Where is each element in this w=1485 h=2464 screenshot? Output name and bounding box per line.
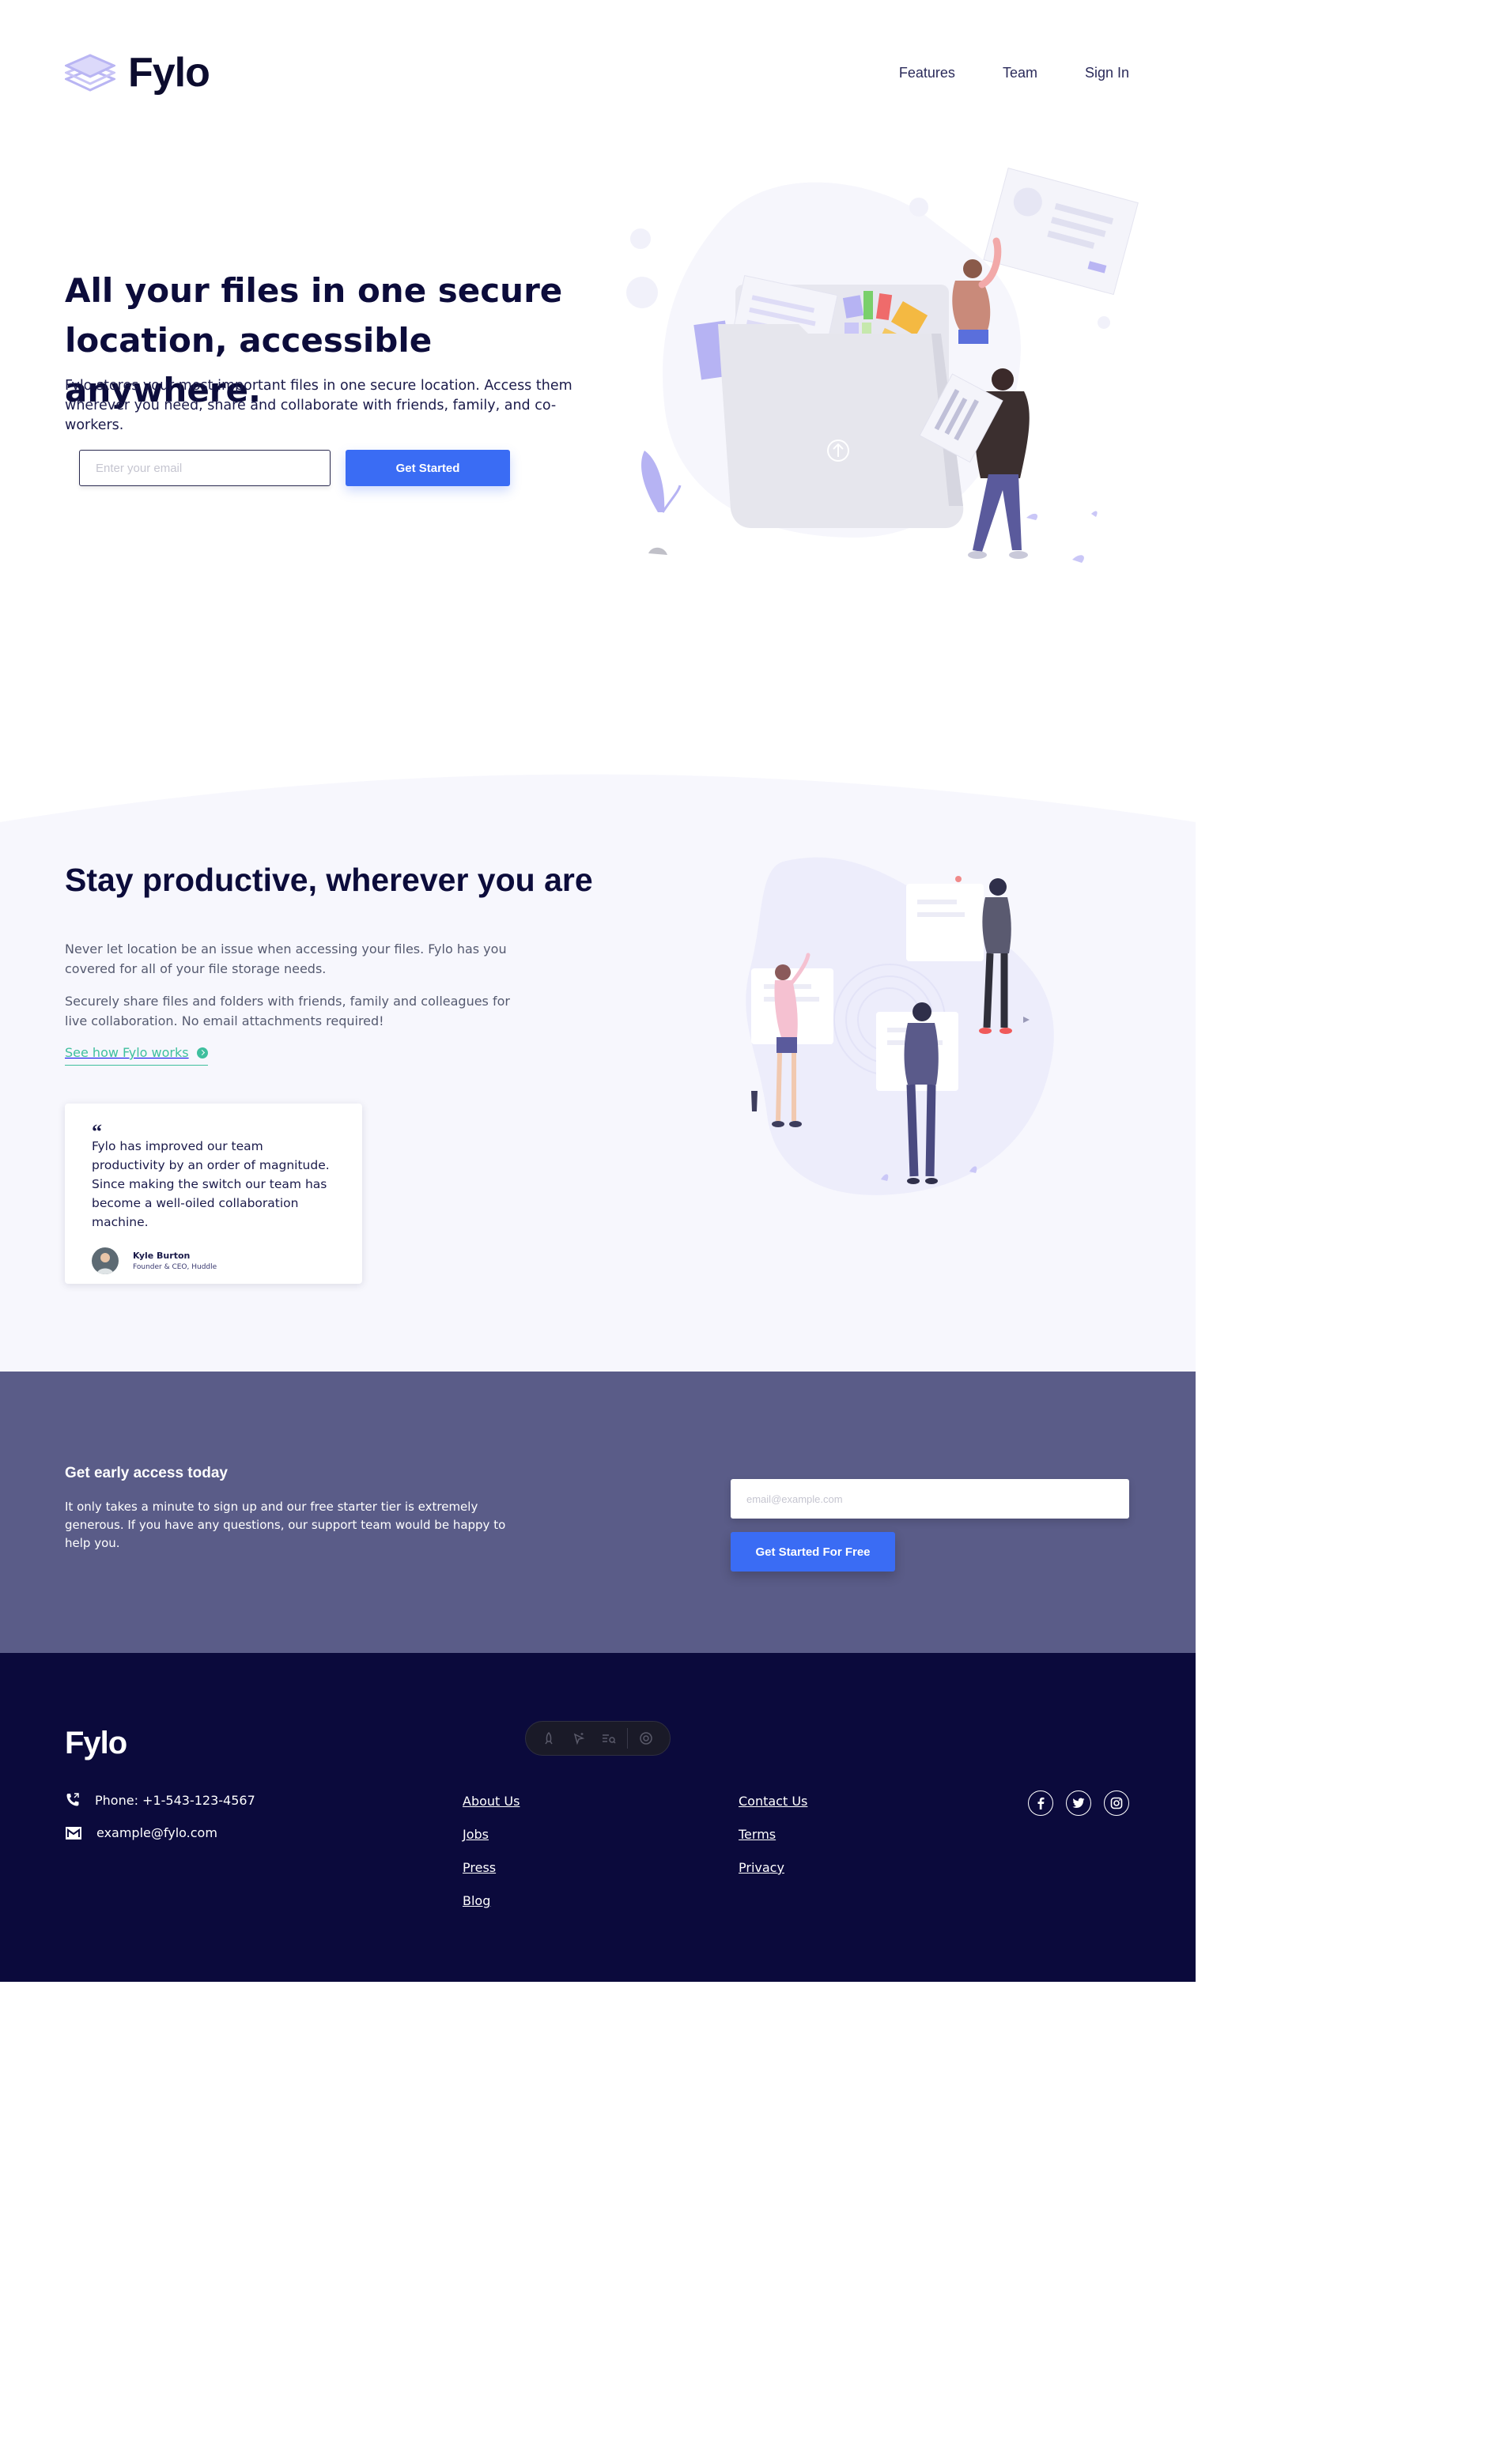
author-name: Kyle Burton <box>133 1251 191 1261</box>
productive-title: Stay productive, wherever you are <box>65 862 593 898</box>
productive-paragraph-1: Never let location be an issue when acce… <box>65 941 507 976</box>
productive-paragraph-2: Securely share files and folders with fr… <box>65 994 510 1028</box>
footer-logo[interactable]: Fylo <box>65 1726 127 1761</box>
footer-link-jobs[interactable]: Jobs <box>463 1827 489 1842</box>
testimonial-text: Fylo has improved our team productivity … <box>92 1139 330 1229</box>
author-role: Founder & CEO, Huddle <box>133 1263 217 1271</box>
footer-phone-text: Phone: +1-543-123-4567 <box>95 1792 255 1808</box>
testimonial-author: Kyle Burton Founder & CEO, Huddle <box>92 1247 335 1274</box>
nav-sign-in-link[interactable]: Sign In <box>1085 65 1129 81</box>
social-links <box>1028 1790 1129 1816</box>
early-access-text: It only takes a minute to sign up and ou… <box>65 1500 506 1550</box>
hero-email-input[interactable] <box>79 450 331 486</box>
hero-subtitle: Fylo stores your most important files in… <box>65 378 572 433</box>
footer-link-privacy[interactable]: Privacy <box>739 1860 784 1875</box>
footer-link-blog[interactable]: Blog <box>463 1893 490 1908</box>
early-access-section: Get early access today It only takes a m… <box>0 1372 1196 1653</box>
footer-link-contact-us[interactable]: Contact Us <box>739 1794 807 1809</box>
productive-illustration <box>746 857 1054 1195</box>
magic-cursor-icon[interactable] <box>564 1726 594 1750</box>
hero-illustration <box>626 168 1139 563</box>
target-icon[interactable] <box>631 1726 661 1750</box>
footer: Fylo Phone: +1-543-123-4567 example@fylo… <box>0 1653 1196 1982</box>
footer-phone: Phone: +1-543-123-4567 <box>65 1792 255 1808</box>
early-access-title: Get early access today <box>65 1465 228 1481</box>
floating-toolbar <box>525 1721 671 1756</box>
hero-get-started-button[interactable]: Get Started <box>346 450 510 486</box>
arrow-right-icon <box>196 1047 208 1058</box>
footer-email: example@fylo.com <box>65 1825 217 1840</box>
rocket-icon[interactable] <box>534 1726 564 1750</box>
toolbar-divider <box>627 1728 628 1749</box>
early-access-email-input[interactable] <box>731 1479 1129 1519</box>
footer-link-terms[interactable]: Terms <box>739 1827 776 1842</box>
main-nav: Features Team Sign In <box>899 65 1129 81</box>
phone-icon <box>66 1793 79 1806</box>
facebook-icon[interactable] <box>1028 1790 1053 1816</box>
avatar <box>92 1247 119 1274</box>
footer-link-about-us[interactable]: About Us <box>463 1794 520 1809</box>
nav-team-link[interactable]: Team <box>1003 65 1037 81</box>
logo-text: Fylo <box>128 50 210 96</box>
list-search-icon[interactable] <box>594 1726 624 1750</box>
quote-icon: “ <box>92 1120 102 1143</box>
footer-link-press[interactable]: Press <box>463 1860 496 1875</box>
see-how-link-label: See how Fylo works <box>65 1045 189 1060</box>
fylo-logo[interactable]: Fylo <box>65 49 210 96</box>
get-started-for-free-button[interactable]: Get Started For Free <box>731 1532 895 1572</box>
nav-features-link[interactable]: Features <box>899 65 955 81</box>
email-icon <box>66 1826 81 1840</box>
footer-email-text[interactable]: example@fylo.com <box>96 1825 217 1840</box>
twitter-icon[interactable] <box>1066 1790 1091 1816</box>
logo-layers-icon <box>65 54 115 92</box>
see-how-fylo-works-link[interactable]: See how Fylo works <box>65 1045 208 1066</box>
instagram-icon[interactable] <box>1104 1790 1129 1816</box>
testimonial-card: “ Fylo has improved our team productivit… <box>65 1104 362 1284</box>
